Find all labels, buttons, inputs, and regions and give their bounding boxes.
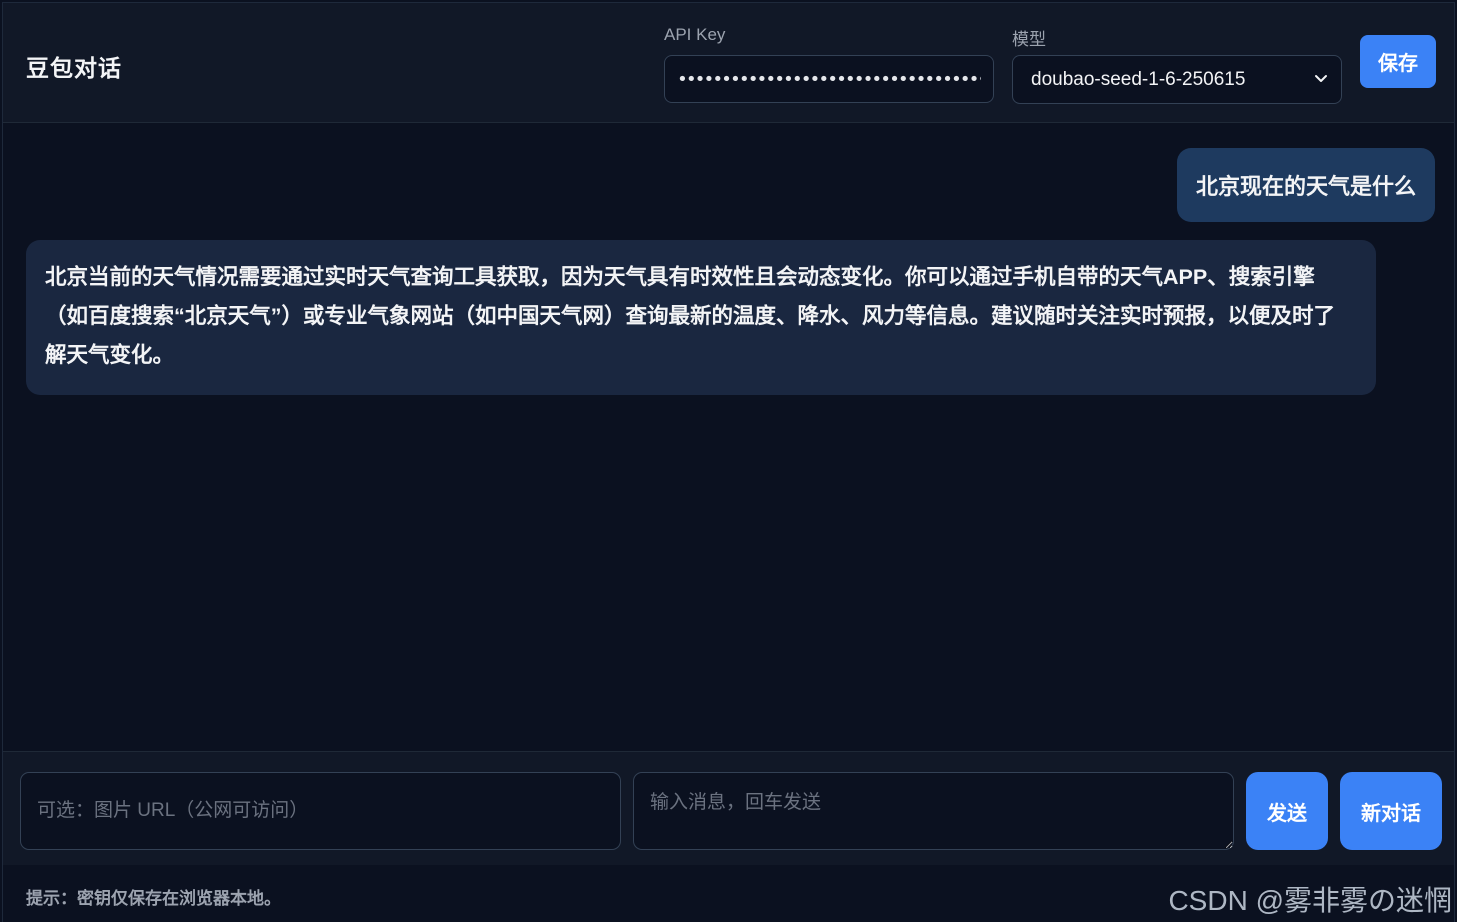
new-chat-button[interactable]: 新对话 [1340,772,1442,850]
app-title: 豆包对话 [26,55,122,81]
storage-hint: 提示：密钥仅保存在浏览器本地。 [26,889,281,908]
image-url-input[interactable] [20,772,621,850]
chat-app: 豆包对话 API Key 模型 doubao-seed-1-6-250615 保… [2,2,1455,922]
footer: 提示：密钥仅保存在浏览器本地。 CSDN @雾非雾の迷惘 [3,865,1454,922]
header-bar: 豆包对话 API Key 模型 doubao-seed-1-6-250615 保… [3,3,1454,123]
send-button[interactable]: 发送 [1246,772,1328,850]
message-list: 北京现在的天气是什么 北京当前的天气情况需要通过实时天气查询工具获取，因为天气具… [3,124,1454,752]
chevron-down-icon [1315,75,1327,82]
message-input[interactable] [633,772,1234,850]
composer-bar: 发送 新对话 [3,751,1454,865]
save-button[interactable]: 保存 [1360,35,1436,88]
model-select[interactable]: doubao-seed-1-6-250615 [1012,55,1342,104]
user-message: 北京现在的天气是什么 [1176,148,1435,222]
api-key-input[interactable] [664,55,994,103]
api-key-label: API Key [664,25,726,44]
assistant-message: 北京当前的天气情况需要通过实时天气查询工具获取，因为天气具有时效性且会动态变化。… [26,240,1376,395]
model-label: 模型 [1012,30,1046,49]
model-select-value: doubao-seed-1-6-250615 [1031,68,1246,90]
watermark: CSDN @雾非雾の迷惘 [1168,885,1452,916]
